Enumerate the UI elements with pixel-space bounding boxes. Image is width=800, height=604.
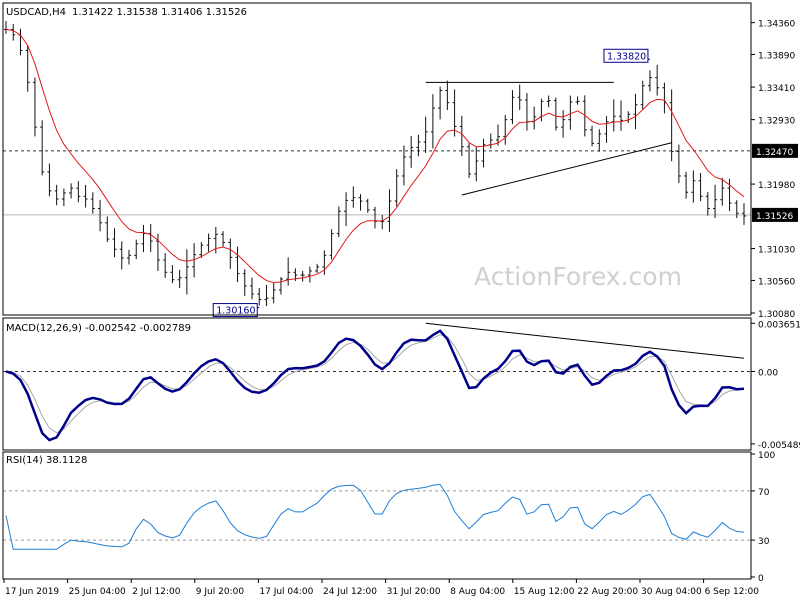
time-tick-label: 2 Jul 12:00 [132,587,181,597]
forex-chart: ActionForex.com 1.338201.30160 1.324701.… [0,0,800,600]
time-tick-label: 24 Jul 12:00 [323,587,377,597]
time-tick-label: 30 Aug 04:00 [641,587,702,597]
rsi-title: RSI(14) 38.1128 [6,455,87,466]
chart-window: ActionForex.com 1.33820 1.30160 1.32470 1.… [0,0,800,600]
price-tick-label: 1.30560 [758,277,795,287]
watermark-text: ActionForex.com [474,262,682,291]
macd-tick-label: -0.005489 [758,441,800,451]
rsi-tick-label: 100 [758,451,775,461]
macd-tick-label: 0.003651 [758,320,800,330]
time-tick-label: 17 Jun 2019 [5,587,59,597]
price-axis-highlight-label: 1.31526 [756,212,793,222]
time-tick-label: 9 Jul 20:00 [196,587,245,597]
price-axis-highlight-label: 1.32470 [756,148,793,158]
rsi-tick-label: 30 [758,537,770,547]
ohlc-values: 1.31422 1.31538 1.31406 1.31526 [72,7,247,18]
macd-tick-label: 0.00 [758,368,778,378]
rsi-tick-label: 70 [758,488,770,498]
time-tick-label: 6 Sep 12:00 [705,587,760,597]
time-tick-label: 25 Jun 04:00 [69,587,126,597]
price-tick-label: 1.34360 [758,20,795,30]
time-tick-label: 8 Aug 04:00 [450,587,505,597]
chart-background [0,0,800,600]
price-tick-label: 1.32930 [758,117,795,127]
price-tick-label: 1.30080 [758,310,795,320]
symbol-label: USDCAD,H4 [6,7,66,18]
time-tick-label: 22 Aug 20:00 [577,587,638,597]
time-tick-label: 31 Jul 20:00 [387,587,441,597]
price-tick-label: 1.31030 [758,246,795,256]
price-tick-label: 1.33410 [758,84,795,94]
time-tick-label: 17 Jul 04:00 [259,587,313,597]
price-tick-label: 1.31980 [758,181,795,191]
time-tick-label: 15 Aug 12:00 [514,587,575,597]
price-tick-label: 1.33890 [758,52,795,62]
macd-title: MACD(12,26,9) -0.002542 -0.002789 [6,323,191,334]
annotation-label: 1.33820 [607,51,646,62]
rsi-tick-label: 0 [758,574,764,584]
